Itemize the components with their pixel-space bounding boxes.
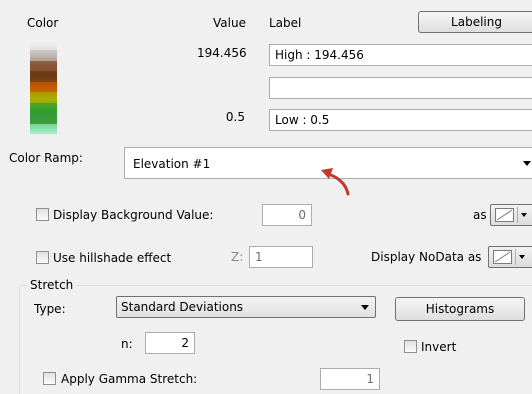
high-label-field[interactable]: High : 194.456 (269, 44, 532, 66)
invert-checkbox[interactable] (404, 340, 417, 353)
color-ramp-swatch[interactable] (30, 40, 57, 134)
value-column-header: Value (213, 16, 246, 30)
gamma-stretch-checkbox[interactable] (43, 372, 56, 385)
high-value: 194.456 (197, 46, 247, 60)
color-ramp-label: Color Ramp: (9, 151, 83, 165)
chevron-down-icon (521, 213, 527, 217)
cursor-arrow-icon (321, 168, 350, 196)
n-value-input[interactable]: 2 (145, 332, 195, 354)
ramp-color-band (30, 60, 57, 72)
background-value-checkbox[interactable] (36, 208, 49, 221)
stretch-type-dropdown[interactable]: Standard Deviations (116, 296, 376, 318)
stretch-type-label: Type: (34, 302, 66, 316)
background-value-input[interactable]: 0 (262, 204, 312, 226)
chevron-down-icon (519, 255, 525, 259)
gamma-stretch-label: Apply Gamma Stretch: (61, 372, 198, 386)
ramp-color-band (30, 113, 57, 124)
hillshade-checkbox[interactable] (36, 251, 49, 264)
low-label-field[interactable]: Low : 0.5 (269, 109, 532, 131)
color-swatch-icon (493, 250, 512, 264)
histograms-button[interactable]: Histograms (395, 297, 525, 321)
ramp-color-band (30, 123, 57, 134)
chevron-down-icon (523, 161, 531, 166)
ramp-color-band (30, 102, 57, 114)
stretch-type-selected: Standard Deviations (121, 300, 244, 314)
nodata-label: Display NoData as (371, 250, 482, 264)
n-label: n: (121, 337, 133, 351)
middle-label-field[interactable] (269, 77, 532, 99)
low-value: 0.5 (225, 110, 245, 124)
ramp-color-band (30, 71, 57, 82)
stretch-group-label: Stretch (27, 277, 77, 293)
background-value-label: Display Background Value: (53, 208, 214, 222)
color-ramp-selected: Elevation #1 (133, 157, 211, 171)
z-label: Z: (231, 250, 244, 264)
ramp-color-band (30, 92, 57, 103)
as-label: as (473, 208, 487, 222)
ramp-color-band (30, 40, 57, 51)
chevron-down-icon (361, 305, 369, 310)
label-column-header: Label (269, 16, 302, 30)
background-color-picker[interactable] (490, 204, 532, 226)
labeling-button[interactable]: Labeling (418, 11, 532, 33)
ramp-color-band (30, 81, 57, 93)
nodata-color-picker[interactable] (488, 246, 532, 268)
invert-label: Invert (421, 340, 457, 354)
gamma-value-input[interactable]: 1 (320, 368, 380, 390)
ramp-color-band (30, 50, 57, 61)
z-factor-input[interactable]: 1 (249, 246, 313, 268)
color-column-header: Color (27, 16, 59, 30)
hillshade-label: Use hillshade effect (53, 251, 172, 265)
color-swatch-icon (495, 208, 514, 222)
